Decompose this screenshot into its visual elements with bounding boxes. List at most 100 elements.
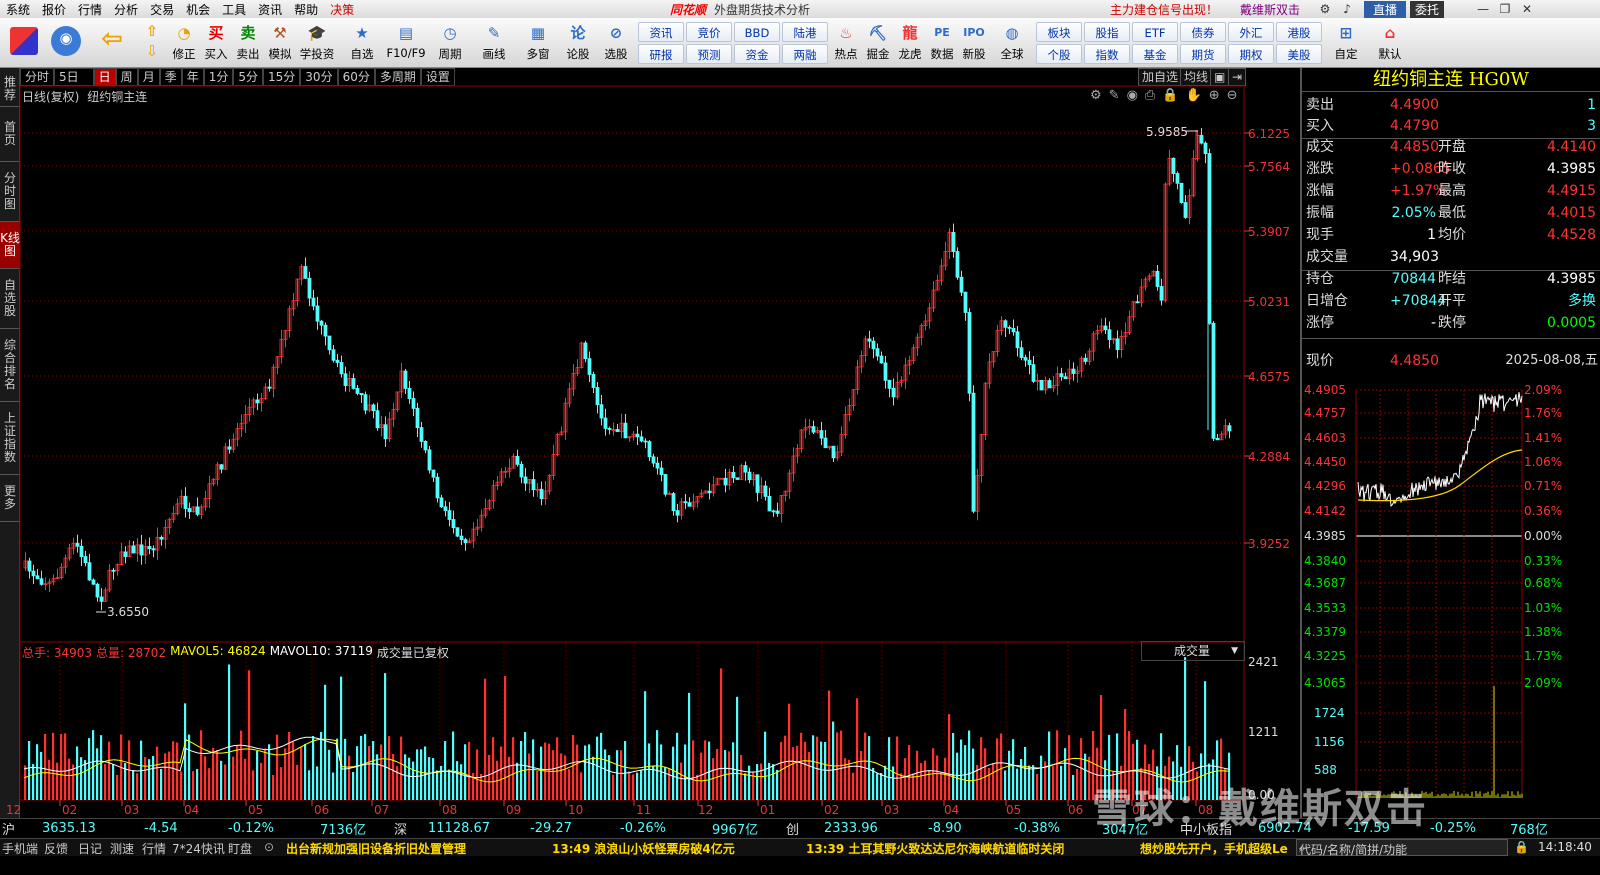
news-ticker-3[interactable]: 13:39 土耳其野火致达达尼尔海峡航道临时关闭 [806,840,1064,857]
volume-bar [476,749,479,800]
volume-bar [800,732,803,800]
candle-body [339,362,344,375]
toolbar-default-button[interactable]: ⌂ 默认 [1372,21,1408,67]
volume-bar [196,768,199,800]
minimize-icon[interactable]: — [1472,2,1494,16]
quote-field-label: 跌停 [1438,315,1466,331]
sell-qty: 1 [1587,97,1596,113]
volume-bar [956,752,959,800]
volume-bar [556,737,559,800]
candle-body [663,474,668,495]
month-label: 05 [1006,803,1022,817]
volume-bar [276,734,279,800]
toolbar-custom-button[interactable]: ⊞ 自定 [1328,21,1364,67]
volume-bar [992,763,995,800]
volume-bar [952,733,955,800]
taskbar-speedtest[interactable]: 测速 [110,840,134,857]
quote-field-value: 4.4140 [1547,139,1596,155]
volume-bar [908,745,911,800]
sh-value: 3635.13 [42,821,96,836]
price-panel-frame [19,85,1245,643]
candle-body [615,429,620,433]
volume-bar [300,746,303,800]
volume-bar [864,732,867,800]
volume-bar [792,747,795,800]
intraday-pct-label: 1.06% [1524,455,1562,469]
taskbar-feedback[interactable]: 反馈 [44,840,68,857]
volume-bar [832,721,835,800]
month-label: 06 [1068,803,1084,817]
bell-icon[interactable]: ♪ [1336,2,1358,16]
intraday-price-label: 4.4757 [1304,406,1346,420]
taskbar-diary[interactable]: 日记 [78,840,102,857]
quote-field-value: 0.0005 [1547,315,1596,331]
candle-body [743,465,748,473]
volume-bar [1012,739,1015,800]
vol-ma5: MAVOL5: 46824 [170,644,266,658]
intraday-pct-label: 0.00% [1524,529,1562,543]
candle-body [675,510,680,516]
indicator-select[interactable]: 成交量 ▼ [1141,641,1245,661]
candle-body [451,519,456,529]
volume-bar [268,744,271,800]
volume-bar [824,742,827,800]
taskbar-watch[interactable]: 盯盘 [228,840,252,857]
restore-icon[interactable]: ❐ [1494,2,1516,16]
volume-bar [348,755,351,800]
volume-bar [504,676,507,800]
close-icon[interactable]: ✕ [1516,2,1538,16]
volume-bar [700,752,703,800]
clock-icon[interactable]: ⊙ [264,840,274,854]
vol-note: 成交量已复权 [376,646,449,660]
search-input[interactable]: ⌕ 代码/名称/简拼/功能 [1296,839,1508,857]
candle-body [1171,157,1176,174]
quote-field-label: 成交量 [1306,249,1348,265]
quote-field-value: 多换 [1568,293,1596,309]
candle-body [39,578,44,585]
volume-bar [380,744,383,800]
volume-bar [540,746,543,800]
candle-body [655,462,660,469]
candle-body [967,312,972,394]
taskbar-mobile[interactable]: 手机端 [2,840,38,857]
sz-value: 11128.67 [428,821,491,836]
candle-body [447,510,452,520]
intraday-pct-label: 0.33% [1524,554,1562,568]
entrust-button[interactable]: 委托 [1410,0,1445,18]
kline-chart[interactable] [0,0,1300,818]
volume-bar [748,765,751,800]
lock-status-icon: 🔒 [1514,840,1529,854]
volume-bar [736,696,739,800]
price-axis-label: 4.6575 [1248,370,1290,384]
taskbar-market[interactable]: 行情 [142,840,166,857]
volume-bar [860,750,863,800]
volume-bar [468,741,471,800]
news-ticker-2[interactable]: 13:49 浪浪山小妖怪票房破4亿元 [552,840,735,857]
news-ticker-4[interactable]: 想炒股先开户，手机超级Le [1140,840,1288,857]
quote-field-value: 4.4850 [1390,139,1439,155]
volume-bar [452,731,455,800]
volume-bar [808,752,811,800]
candle-body [87,562,92,581]
volume-bar [772,764,775,800]
candle-body [147,546,152,550]
live-button[interactable]: 直播 [1364,0,1407,18]
candle-body [95,583,100,598]
volume-bar [640,769,643,800]
taskbar-flash[interactable]: 7*24快讯 [172,840,225,857]
volume-bar [144,757,147,800]
gear-icon[interactable]: ⚙ [1314,2,1336,16]
volume-bar [740,754,743,800]
news-ticker-1[interactable]: 出台新规加强旧设备折旧处置管理 [286,840,466,857]
volume-bar [96,748,99,800]
volume-bar [344,738,347,800]
volume-bar [1032,765,1035,800]
volume-bar [620,750,623,800]
intraday-chart[interactable]: 4.4905 2.09% 4.4757 1.76% 4.4603 1.41% 4.4450 1… [1300,370,1600,816]
volume-bar [64,733,67,800]
volume-bar [868,736,871,800]
candle-body [439,497,444,508]
volume-bar [744,773,747,800]
volume-bar [36,744,39,800]
volume-bar [356,746,359,800]
